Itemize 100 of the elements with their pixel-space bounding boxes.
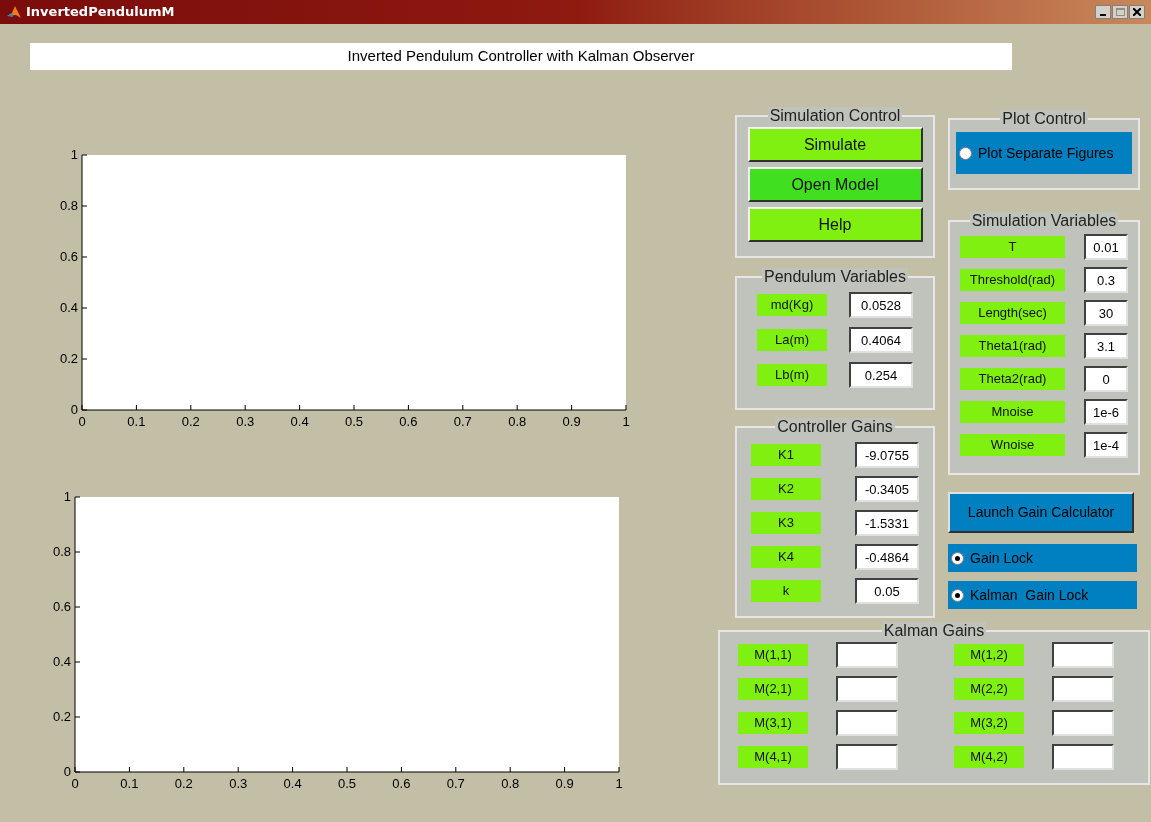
- panel-title: Pendulum Variables: [764, 268, 906, 285]
- input-field[interactable]: 0.0528: [849, 292, 913, 318]
- tick-label: 0: [70, 402, 78, 417]
- input-field[interactable]: 0.3: [1084, 267, 1128, 293]
- field-label: K3: [751, 512, 821, 534]
- panel-title: Controller Gains: [777, 418, 893, 435]
- input-field[interactable]: [1052, 676, 1114, 702]
- input-field[interactable]: [836, 676, 898, 702]
- tick-label: 0.6: [392, 776, 411, 791]
- action-button[interactable]: Open Model: [747, 167, 923, 202]
- tick-label: 0.8: [59, 198, 78, 213]
- field-label: Mnoise: [960, 401, 1065, 423]
- input-field[interactable]: 0.01: [1084, 234, 1128, 260]
- tick-label: 0.3: [229, 776, 248, 791]
- field-label: Lb(m): [757, 364, 827, 386]
- window-title: InvertedPendulumM: [26, 3, 175, 22]
- tick-label: 0.3: [236, 414, 255, 429]
- panel-title: Kalman Gains: [883, 622, 985, 639]
- input-field[interactable]: 0.254: [849, 362, 913, 388]
- tick-label: 0.2: [181, 414, 200, 429]
- tick-label: 0.5: [337, 776, 357, 791]
- input-field[interactable]: 1e-6: [1084, 399, 1128, 425]
- input-field[interactable]: -0.3405: [855, 476, 919, 502]
- tick-label: 1: [63, 489, 71, 504]
- tick-label: 1: [70, 147, 78, 162]
- input-field[interactable]: [1052, 710, 1114, 736]
- tick-label: 0.4: [290, 414, 309, 429]
- tick-label: 0.7: [446, 776, 465, 791]
- field-label: md(Kg): [757, 294, 827, 316]
- tick-label: 0: [63, 764, 71, 779]
- option-label: Kalman Gain Lock: [970, 585, 1089, 605]
- tick-label: 0.2: [174, 776, 193, 791]
- tick-label: 0.2: [59, 351, 78, 366]
- field-label: M(2,1): [738, 678, 808, 700]
- input-field[interactable]: [836, 744, 898, 770]
- input-field[interactable]: [836, 710, 898, 736]
- tick-label: 0.7: [453, 414, 472, 429]
- option-label: Plot Separate Figures: [978, 143, 1114, 163]
- radio-button[interactable]: [959, 146, 972, 160]
- input-field[interactable]: -1.5331: [855, 510, 919, 536]
- input-field[interactable]: [836, 642, 898, 668]
- tick-label: 0.4: [283, 776, 302, 791]
- option-label: Gain Lock: [970, 548, 1034, 568]
- field-label: Length(sec): [960, 302, 1065, 324]
- tick-label: 0.5: [344, 414, 364, 429]
- input-field[interactable]: 0.05: [855, 578, 919, 604]
- action-button[interactable]: Simulate: [747, 127, 923, 162]
- tick-label: 0.4: [52, 654, 71, 669]
- tick-label: 0.8: [501, 776, 520, 791]
- input-field[interactable]: 30: [1084, 300, 1128, 326]
- tick-label: 0.1: [127, 414, 146, 429]
- tick-label: 1: [615, 776, 623, 791]
- field-label: Threshold(rad): [960, 269, 1065, 291]
- field-label: Theta1(rad): [960, 335, 1065, 357]
- field-label: k: [751, 580, 821, 602]
- input-field[interactable]: 3.1: [1084, 333, 1128, 359]
- tick-label: 0.9: [555, 776, 574, 791]
- field-label: Wnoise: [960, 434, 1065, 456]
- field-label: K4: [751, 546, 821, 568]
- tick-label: 0.8: [52, 544, 71, 559]
- tick-label: 0.6: [399, 414, 418, 429]
- input-field[interactable]: [1052, 642, 1114, 668]
- tick-label: 0: [78, 414, 86, 429]
- action-button[interactable]: Help: [747, 207, 923, 242]
- tick-label: 0.9: [562, 414, 581, 429]
- field-label: T: [960, 236, 1065, 258]
- input-field[interactable]: 1e-4: [1084, 432, 1128, 458]
- field-label: M(1,2): [954, 644, 1024, 666]
- close-icon[interactable]: [1129, 5, 1145, 19]
- minimize-icon[interactable]: [1095, 5, 1111, 19]
- input-field[interactable]: [1052, 744, 1114, 770]
- field-label: K1: [751, 444, 821, 466]
- header-title: Inverted Pendulum Controller with Kalman Observer: [30, 43, 1012, 70]
- app-icon: [6, 4, 22, 20]
- field-label: Theta2(rad): [960, 368, 1065, 390]
- input-field[interactable]: -9.0755: [855, 442, 919, 468]
- input-field[interactable]: -0.4864: [855, 544, 919, 570]
- tick-label: 0.8: [508, 414, 527, 429]
- tick-label: 0.1: [120, 776, 139, 791]
- launch-button[interactable]: Launch Gain Calculator: [948, 492, 1134, 533]
- input-field[interactable]: 0: [1084, 366, 1128, 392]
- input-field[interactable]: 0.4064: [849, 327, 913, 353]
- radio-button[interactable]: [951, 588, 964, 602]
- field-label: K2: [751, 478, 821, 500]
- tick-label: 0.2: [52, 709, 71, 724]
- tick-label: 0.6: [59, 249, 78, 264]
- panel-title: Simulation Variables: [971, 212, 1117, 229]
- panel-title: Simulation Control: [769, 107, 901, 124]
- field-label: M(4,1): [738, 746, 808, 768]
- field-label: M(3,2): [954, 712, 1024, 734]
- tick-label: 1: [622, 414, 630, 429]
- radio-button[interactable]: [951, 551, 964, 565]
- field-label: M(4,2): [954, 746, 1024, 768]
- field-label: M(3,1): [738, 712, 808, 734]
- tick-label: 0.4: [59, 300, 78, 315]
- tick-label: 0: [71, 776, 79, 791]
- field-label: M(2,2): [954, 678, 1024, 700]
- field-label: M(1,1): [738, 644, 808, 666]
- field-label: La(m): [757, 329, 827, 351]
- panel-title: Plot Control: [1002, 110, 1086, 127]
